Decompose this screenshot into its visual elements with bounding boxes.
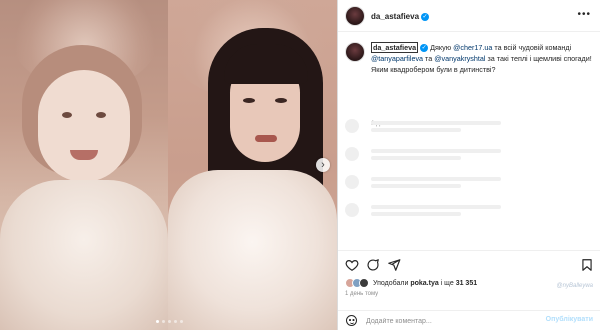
caption-username[interactable]: da_astafieva [371, 42, 419, 53]
white-dress [0, 180, 168, 330]
carousel-dot [174, 320, 177, 323]
avatar [359, 278, 369, 288]
comment-icon[interactable] [366, 258, 380, 272]
watermark: @nyBalleywa [556, 283, 593, 289]
publish-button[interactable]: Опублікувати [546, 316, 593, 323]
liker-username[interactable]: poka.tya [410, 280, 438, 287]
post-sidebar: da_astafieva ✓ ••• da_astafieva ✓ Дякую @c… [337, 0, 600, 330]
chevron-right-icon[interactable]: › [316, 158, 330, 172]
loading-comment-placeholder [345, 145, 595, 165]
mention-link[interactable]: @tanyaparfileva [371, 54, 423, 63]
post-header: da_astafieva ✓ ••• [338, 0, 600, 32]
loading-comment-placeholder [345, 173, 595, 193]
more-options-button[interactable]: ••• [577, 9, 591, 20]
likes-text: Уподобали poka.tya і ще 31 351 [373, 279, 478, 287]
carousel-dots [156, 320, 183, 323]
bookmark-icon[interactable] [580, 258, 594, 272]
username-text[interactable]: da_astafieva [371, 12, 419, 21]
caption-text: da_astafieva ✓ Дякую @cher17.ua та всій ч… [371, 42, 592, 74]
likes-count[interactable]: 31 351 [456, 280, 477, 287]
comment-input[interactable] [366, 315, 556, 327]
white-dress [168, 170, 337, 330]
adult-photo [168, 0, 337, 330]
post-actions: Уподобали poka.tya і ще 31 351 1 день то… [338, 250, 600, 310]
avatar[interactable] [345, 42, 365, 62]
author-username[interactable]: da_astafieva ✓ [371, 12, 430, 21]
emoji-icon[interactable] [346, 315, 357, 326]
share-icon[interactable] [387, 258, 401, 272]
avatar[interactable] [345, 6, 365, 26]
comment-bar: Опублікувати [338, 310, 600, 330]
carousel-dot [168, 320, 171, 323]
loading-comment-placeholder [345, 117, 595, 137]
mention-link[interactable]: @vanyakryshtal [434, 54, 485, 63]
carousel-dot [180, 320, 183, 323]
carousel-dot [162, 320, 165, 323]
childhood-photo [0, 0, 168, 330]
heart-icon[interactable] [345, 258, 359, 272]
verified-icon: ✓ [420, 44, 429, 53]
post-timestamp[interactable]: 1 день тому [345, 291, 378, 297]
verified-icon: ✓ [421, 12, 430, 21]
loading-comment-placeholder [345, 201, 595, 221]
likes-summary[interactable]: Уподобали poka.tya і ще 31 351 [345, 277, 477, 289]
mention-link[interactable]: @cher17.ua [453, 43, 492, 52]
caption-question: Яким квадробером були в дитинстві? [371, 65, 496, 74]
post-media[interactable]: › [0, 0, 337, 330]
carousel-dot [156, 320, 159, 323]
